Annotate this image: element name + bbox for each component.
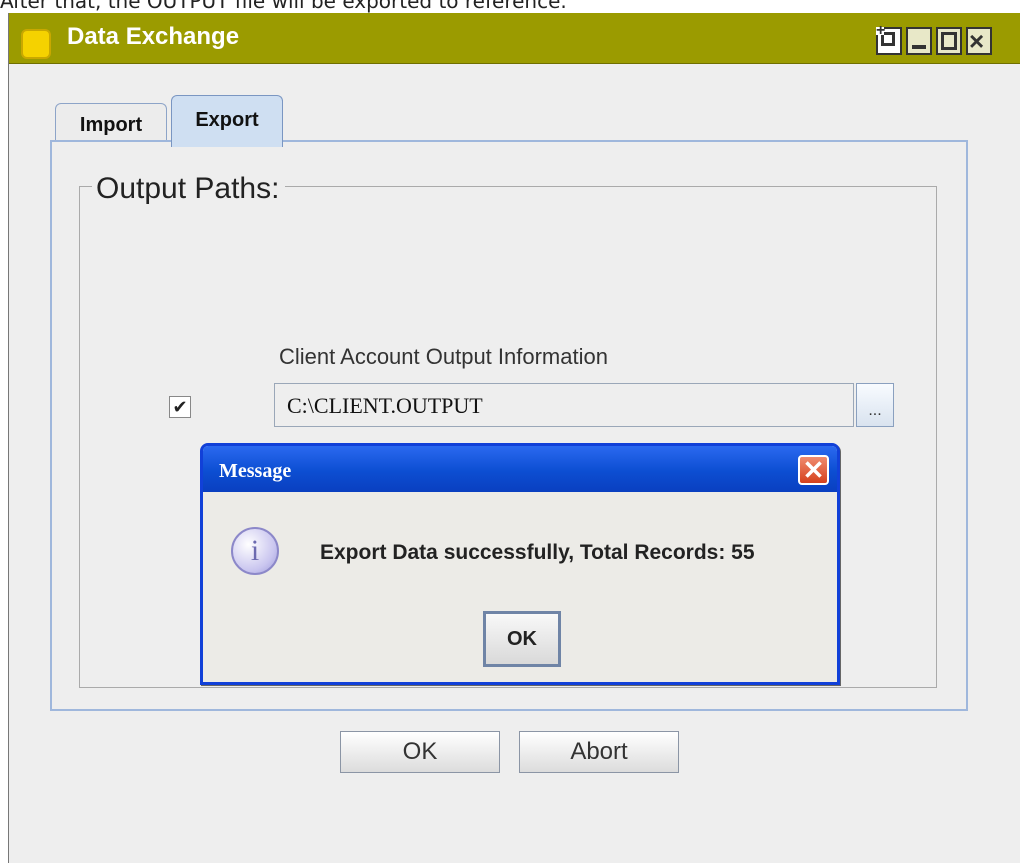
abort-button[interactable]: Abort xyxy=(519,731,679,773)
close-icon: ✕ xyxy=(802,455,825,485)
output-paths-title: Output Paths: xyxy=(92,172,286,206)
message-dialog-title: Message xyxy=(219,460,292,482)
plus-icon: + xyxy=(876,22,886,39)
ok-button[interactable]: OK xyxy=(340,731,500,773)
dialog-message-text: Export Data successfully, Total Records:… xyxy=(320,541,755,564)
tab-export[interactable]: Export xyxy=(171,95,283,147)
dialog-close-button[interactable]: ✕ xyxy=(798,455,829,485)
pin-window-button[interactable]: + xyxy=(876,22,902,55)
client-account-output-label: Client Account Output Information xyxy=(279,344,608,369)
window-app-icon xyxy=(21,29,51,59)
browse-path-button[interactable]: ... xyxy=(856,383,894,427)
info-icon: i xyxy=(231,527,279,575)
message-dialog: Message ✕ i Export Data successfully, To… xyxy=(200,443,840,685)
minimize-icon xyxy=(912,45,926,49)
maximize-window-button[interactable] xyxy=(936,27,962,55)
minimize-window-button[interactable] xyxy=(906,27,932,55)
client-output-path-field[interactable]: C:\CLIENT.OUTPUT xyxy=(274,383,854,427)
client-output-checkbox[interactable]: ✔ xyxy=(169,396,191,418)
dialog-ok-button[interactable]: OK xyxy=(483,611,561,667)
maximize-icon xyxy=(941,32,957,50)
message-dialog-titlebar: Message ✕ xyxy=(203,446,837,492)
window-titlebar: Data Exchange + × xyxy=(9,13,1020,64)
window-title: Data Exchange xyxy=(67,23,240,50)
close-window-button[interactable]: × xyxy=(966,26,992,56)
close-icon: × xyxy=(969,26,985,56)
